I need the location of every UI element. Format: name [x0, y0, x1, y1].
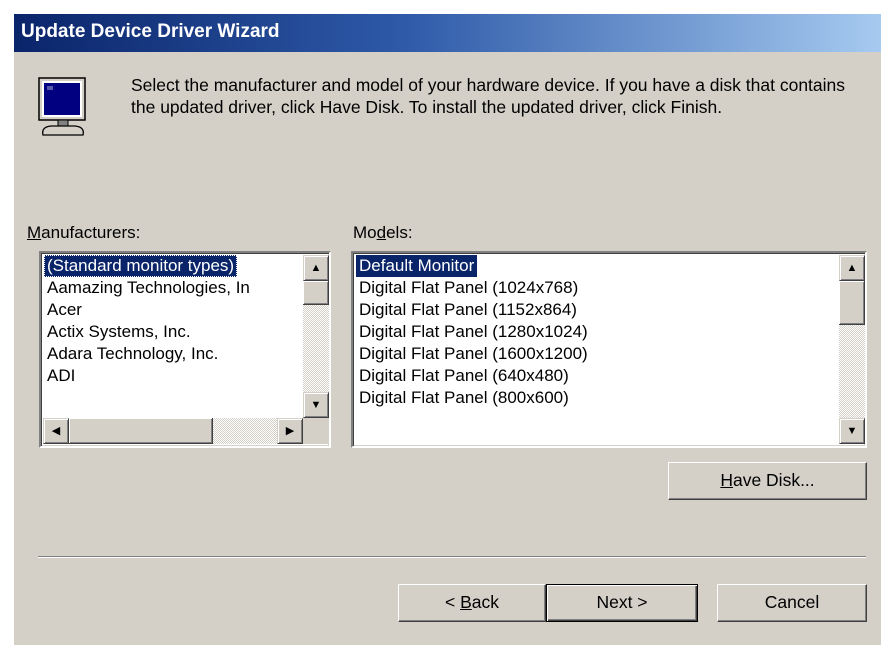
manufacturers-list[interactable]: (Standard monitor types) Aamazing Techno…	[39, 251, 331, 448]
back-button[interactable]: < Back	[398, 584, 546, 622]
manufacturers-hscrollbar[interactable]: ◀ ▶	[43, 418, 303, 444]
model-item[interactable]: Digital Flat Panel (640x480)	[356, 365, 591, 387]
model-item[interactable]: Digital Flat Panel (1152x864)	[356, 299, 591, 321]
next-button[interactable]: Next >	[546, 584, 698, 622]
title-bar[interactable]: Update Device Driver Wizard	[14, 14, 881, 52]
models-vscrollbar[interactable]: ▲ ▼	[839, 255, 865, 444]
scroll-up-arrow-icon[interactable]: ▲	[839, 255, 865, 281]
scroll-down-arrow-icon[interactable]: ▼	[303, 392, 329, 418]
model-item[interactable]: Digital Flat Panel (1600x1200)	[356, 343, 591, 365]
model-item[interactable]: Digital Flat Panel (800x600)	[356, 387, 591, 409]
manufacturer-item-selected[interactable]: (Standard monitor types)	[44, 255, 238, 277]
cancel-button[interactable]: Cancel	[717, 584, 867, 622]
model-item[interactable]: Digital Flat Panel (1280x1024)	[356, 321, 591, 343]
have-disk-button[interactable]: Have Disk...	[668, 462, 867, 500]
manufacturer-item[interactable]: ADI	[44, 365, 253, 387]
scroll-down-arrow-icon[interactable]: ▼	[839, 418, 865, 444]
manufacturers-label: Manufacturers:	[27, 223, 141, 242]
models-label: Models:	[353, 223, 413, 242]
manufacturers-vscrollbar[interactable]: ▲ ▼	[303, 255, 329, 418]
model-item-selected[interactable]: Default Monitor	[356, 255, 478, 277]
monitor-icon	[38, 77, 86, 136]
models-list[interactable]: Default Monitor Digital Flat Panel (1024…	[351, 251, 867, 448]
manufacturer-item[interactable]: Actix Systems, Inc.	[44, 321, 253, 343]
window-title: Update Device Driver Wizard	[21, 21, 280, 42]
scrollbar-corner	[303, 418, 329, 444]
scroll-right-arrow-icon[interactable]: ▶	[277, 418, 303, 444]
models-items: Default Monitor Digital Flat Panel (1024…	[356, 255, 591, 409]
manufacturer-item[interactable]: Acer	[44, 299, 253, 321]
manufacturers-items: (Standard monitor types) Aamazing Techno…	[44, 255, 253, 387]
model-item[interactable]: Digital Flat Panel (1024x768)	[356, 277, 591, 299]
scroll-up-arrow-icon[interactable]: ▲	[303, 255, 329, 281]
manufacturers-vscroll-thumb[interactable]	[303, 281, 329, 305]
scroll-left-arrow-icon[interactable]: ◀	[43, 418, 69, 444]
wizard-window: Update Device Driver Wizard Select the m…	[14, 14, 881, 645]
manufacturer-item[interactable]: Adara Technology, Inc.	[44, 343, 253, 365]
models-vscroll-thumb[interactable]	[839, 281, 865, 325]
intro-text: Select the manufacturer and model of you…	[131, 75, 846, 117]
manufacturers-hscroll-thumb[interactable]	[69, 418, 213, 444]
manufacturer-item[interactable]: Aamazing Technologies, In	[44, 277, 253, 299]
separator	[38, 556, 866, 558]
